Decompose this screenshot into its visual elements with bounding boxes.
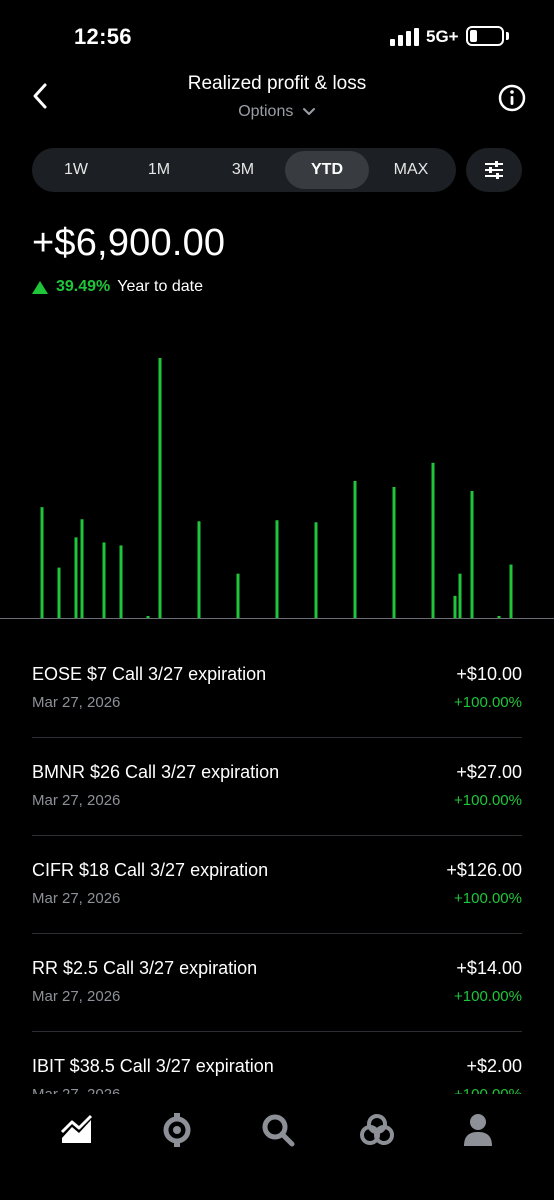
chart-bar — [458, 573, 462, 618]
transaction-row[interactable]: IBIT $38.5 Call 3/27 expiration Mar 27, 2… — [32, 1032, 522, 1094]
nav-crypto[interactable] — [155, 1108, 199, 1152]
transaction-percent: +100.00% — [454, 792, 522, 809]
transaction-date: Mar 27, 2026 — [32, 792, 121, 809]
chart-bar — [470, 491, 474, 618]
change-percent: 39.49% — [56, 278, 111, 295]
chart-bar — [497, 615, 501, 618]
chart-bar — [57, 567, 61, 618]
network-type: 5G+ — [426, 27, 459, 46]
chart-bar — [275, 520, 279, 618]
chart-bar — [236, 573, 240, 618]
chevron-down-icon — [302, 107, 315, 115]
bottom-nav — [0, 1094, 554, 1200]
transaction-title: EOSE $7 Call 3/27 expiration — [32, 664, 267, 684]
chart-bar — [146, 615, 150, 618]
transactions-list: EOSE $7 Call 3/27 expiration Mar 27, 2026… — [32, 640, 522, 1094]
chart-bar — [102, 542, 106, 618]
change-period: Year to date — [117, 278, 203, 295]
transaction-amount: +$10.00 — [456, 664, 522, 684]
nav-network[interactable] — [355, 1108, 399, 1152]
transaction-amount: +$27.00 — [456, 762, 522, 782]
transaction-date: Mar 27, 2026 — [32, 1086, 120, 1094]
transaction-amount: +$126.00 — [446, 860, 522, 880]
transaction-date: Mar 27, 2026 — [32, 694, 121, 711]
tab-1m[interactable]: 1M — [117, 151, 201, 189]
chart-icon — [60, 1114, 93, 1143]
search-icon — [262, 1114, 295, 1147]
total-pl: +$6,900.00 — [32, 222, 226, 264]
transaction-percent: +100.00% — [454, 694, 522, 711]
chart-bar — [74, 537, 78, 618]
status-bar: 12:56 5G+ — [0, 0, 554, 74]
options-dropdown[interactable]: Options — [0, 103, 554, 121]
nav-search[interactable] — [256, 1108, 300, 1152]
chart-bar — [158, 358, 162, 618]
chart-bar — [431, 462, 435, 618]
transaction-amount: +$14.00 — [456, 958, 522, 978]
transactions-scroll[interactable]: EOSE $7 Call 3/27 expiration Mar 27, 2026… — [0, 640, 554, 1094]
chart-bar — [40, 507, 44, 618]
range-selector: 1W 1M 3M YTD MAX — [32, 148, 456, 192]
change-row: 39.49% Year to date — [32, 278, 203, 296]
chart-bar — [453, 595, 457, 618]
up-arrow-icon — [32, 280, 48, 294]
battery-cap — [506, 32, 509, 40]
filter-button[interactable] — [466, 148, 522, 192]
transaction-date: Mar 27, 2026 — [32, 890, 121, 907]
sliders-icon — [485, 161, 503, 179]
transaction-title: IBIT $38.5 Call 3/27 expiration — [32, 1056, 274, 1076]
status-time: 12:56 — [74, 24, 132, 49]
nav-account[interactable] — [456, 1108, 500, 1152]
crypto-icon — [163, 1113, 191, 1147]
info-button[interactable] — [496, 82, 528, 114]
transaction-title: RR $2.5 Call 3/27 expiration — [32, 958, 258, 978]
tab-1w[interactable]: 1W — [34, 151, 118, 189]
pl-chart[interactable] — [0, 330, 554, 630]
tab-max[interactable]: MAX — [369, 151, 453, 189]
chart-bar — [353, 480, 357, 618]
signal-icon — [390, 28, 419, 46]
transaction-title: CIFR $18 Call 3/27 expiration — [32, 860, 269, 880]
chart-bar — [392, 487, 396, 618]
nav-investing[interactable] — [55, 1108, 99, 1152]
transaction-row[interactable]: EOSE $7 Call 3/27 expiration Mar 27, 2026… — [32, 640, 522, 738]
transaction-percent: +100.00% — [454, 988, 522, 1005]
transaction-row[interactable]: RR $2.5 Call 3/27 expiration Mar 27, 2026… — [32, 934, 522, 1032]
page-title: Realized profit & loss — [187, 73, 367, 94]
transaction-percent: +100.00% — [454, 890, 522, 907]
battery-icon — [466, 26, 504, 46]
transaction-amount: +$2.00 — [466, 1056, 522, 1076]
transaction-row[interactable]: CIFR $18 Call 3/27 expiration Mar 27, 202… — [32, 836, 522, 934]
chart-bar — [509, 564, 513, 618]
dropdown-label: Options — [238, 103, 294, 120]
transaction-title: BMNR $26 Call 3/27 expiration — [32, 762, 280, 782]
info-icon — [498, 84, 526, 112]
chart-bar — [314, 522, 318, 618]
chart-bar — [197, 521, 201, 618]
account-icon — [464, 1114, 492, 1146]
chart-bar — [119, 545, 123, 618]
tab-ytd[interactable]: YTD — [285, 151, 369, 189]
network-icon — [360, 1114, 394, 1145]
chart-bar — [80, 519, 84, 618]
transaction-date: Mar 27, 2026 — [32, 988, 121, 1005]
tab-3m[interactable]: 3M — [201, 151, 285, 189]
transaction-row[interactable]: BMNR $26 Call 3/27 expiration Mar 27, 202… — [32, 738, 522, 836]
transaction-percent: +100.00% — [454, 1086, 522, 1094]
